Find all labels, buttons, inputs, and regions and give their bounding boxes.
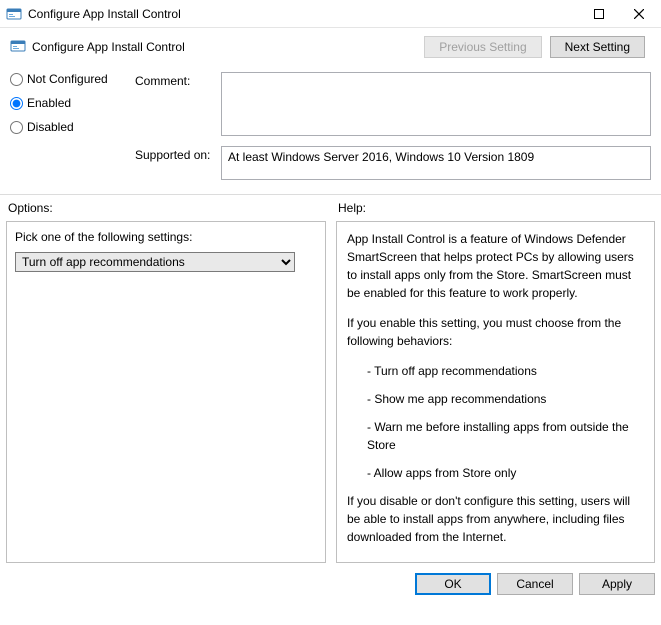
radio-not-configured[interactable]: Not Configured bbox=[10, 72, 135, 86]
help-b1: - Turn off app recommendations bbox=[347, 362, 644, 380]
divider bbox=[0, 194, 661, 195]
close-button[interactable] bbox=[619, 0, 659, 28]
help-panel: App Install Control is a feature of Wind… bbox=[336, 221, 655, 563]
options-section-label: Options: bbox=[6, 201, 326, 221]
radio-enabled[interactable]: Enabled bbox=[10, 96, 135, 110]
window-title: Configure App Install Control bbox=[28, 7, 579, 21]
titlebar: Configure App Install Control bbox=[0, 0, 661, 28]
policy-icon bbox=[10, 38, 26, 57]
next-setting-button[interactable]: Next Setting bbox=[550, 36, 645, 58]
state-radios: Not Configured Enabled Disabled bbox=[10, 72, 135, 190]
maximize-button[interactable] bbox=[579, 0, 619, 28]
help-p1: App Install Control is a feature of Wind… bbox=[347, 230, 644, 302]
cancel-button[interactable]: Cancel bbox=[497, 573, 573, 595]
window-controls bbox=[579, 0, 659, 28]
help-b2: - Show me app recommendations bbox=[347, 390, 644, 408]
radio-enabled-label: Enabled bbox=[27, 96, 71, 110]
comment-label: Comment: bbox=[135, 72, 221, 136]
header-title: Configure App Install Control bbox=[32, 40, 185, 54]
supported-on-text: At least Windows Server 2016, Windows 10… bbox=[221, 146, 651, 180]
options-prompt: Pick one of the following settings: bbox=[7, 222, 326, 252]
options-panel: Pick one of the following settings: Turn… bbox=[6, 221, 326, 563]
ok-button[interactable]: OK bbox=[415, 573, 491, 595]
app-icon bbox=[6, 6, 22, 22]
help-p2: If you enable this setting, you must cho… bbox=[347, 314, 644, 350]
footer-bar: OK Cancel Apply bbox=[0, 563, 661, 605]
help-p3: If you disable or don't configure this s… bbox=[347, 492, 644, 546]
radio-enabled-input[interactable] bbox=[10, 97, 23, 110]
help-b4: - Allow apps from Store only bbox=[347, 464, 644, 482]
options-dropdown[interactable]: Turn off app recommendations bbox=[15, 252, 295, 272]
radio-not-configured-label: Not Configured bbox=[27, 72, 108, 86]
previous-setting-button: Previous Setting bbox=[424, 36, 541, 58]
radio-disabled-label: Disabled bbox=[27, 120, 74, 134]
header-strip: Configure App Install Control Previous S… bbox=[0, 28, 661, 66]
radio-not-configured-input[interactable] bbox=[10, 73, 23, 86]
radio-disabled[interactable]: Disabled bbox=[10, 120, 135, 134]
apply-button[interactable]: Apply bbox=[579, 573, 655, 595]
radio-disabled-input[interactable] bbox=[10, 121, 23, 134]
help-section-label: Help: bbox=[336, 201, 655, 221]
help-b3: - Warn me before installing apps from ou… bbox=[347, 418, 644, 454]
comment-input[interactable] bbox=[221, 72, 651, 136]
supported-label: Supported on: bbox=[135, 146, 221, 180]
